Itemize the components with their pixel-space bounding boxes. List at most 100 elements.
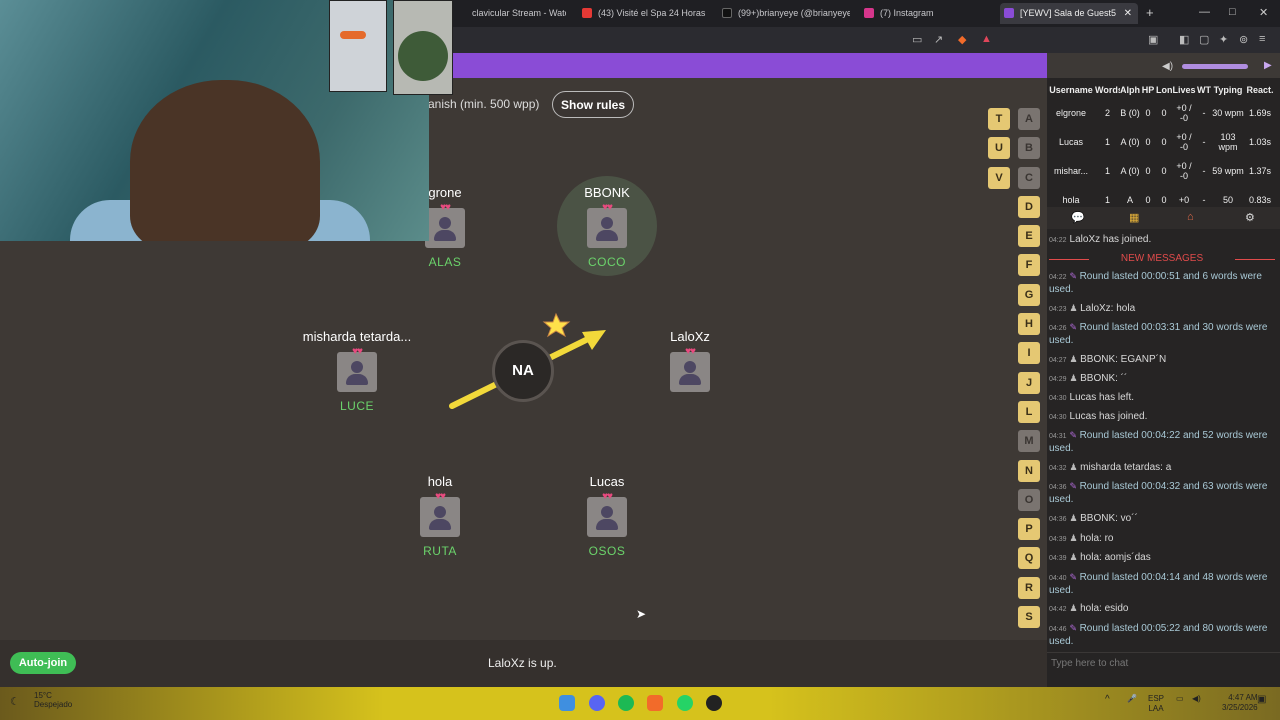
system-icon: ✎ [1069,622,1080,633]
bonus-letter: U [988,137,1010,160]
table-cell: A (0) [1120,165,1140,176]
hearts-icon: ♥♥ [602,202,613,213]
table-cell: A (0) [1120,136,1140,147]
chat-message: 04:30 Lucas has left. [1049,392,1275,405]
bonus-letters-right: ABCDEFGHIJLMNOPQRS [1018,108,1040,635]
auto-join-button[interactable]: Auto-join [10,652,76,674]
chat-text: BBONK: ´´ [1080,373,1128,385]
tab-icon[interactable]: ▢ [1199,33,1209,46]
bonus-letter: N [1018,459,1040,482]
chat-timestamp: 04:36 [1049,484,1067,492]
chat-timestamp: 04:23 [1049,305,1067,313]
brave-icon[interactable] [647,695,663,711]
show-rules-button[interactable]: Show rules [552,91,634,118]
column-header[interactable]: Words [1095,82,1120,98]
close-tab-icon[interactable]: ✕ [1124,3,1132,24]
obs-icon[interactable] [706,695,722,711]
player-name: BBONK [584,185,630,200]
player-name: misharda tetarda... [302,329,412,344]
table-cell: +0 / -0 [1176,160,1192,181]
column-header[interactable]: Alpha [1120,82,1140,98]
scoreboard-table: UsernameWordsAlphaHPLongLivesWTTypingRea… [1047,82,1276,214]
network-icon[interactable]: ▭ [1176,694,1184,703]
chat-input[interactable] [1047,652,1280,674]
chat-text: hola: esido [1080,603,1129,615]
leo-icon[interactable]: ✦ [1219,33,1228,46]
column-header[interactable]: Typing [1212,82,1244,98]
discord-icon[interactable] [589,695,605,711]
user-icon: ♟ [1069,373,1081,384]
speaker-icon[interactable]: ◀) [1192,694,1201,703]
language-indicator[interactable]: ESP LAA [1148,694,1164,714]
bonus-letter: G [1018,283,1040,306]
vpn-icon[interactable]: ⊚ [1239,33,1248,46]
weather-widget[interactable]: ☾ 15°C Despejado [10,691,72,709]
menu-icon[interactable]: ≡ [1259,33,1265,45]
column-header[interactable]: WT [1196,82,1212,98]
column-header[interactable]: Lives [1172,82,1196,98]
browser-tab[interactable]: (43) Visité el Spa 24 Horas má [578,3,708,24]
avatar [337,352,377,392]
share-icon[interactable]: ↗ [934,33,943,46]
new-tab-button[interactable]: + [1146,5,1154,20]
cast-icon[interactable]: ▭ [912,33,922,46]
collapse-sidebar-icon[interactable]: ▶ [1264,60,1272,71]
chat-timestamp: 04:26 [1049,325,1067,333]
mic-icon[interactable]: 🎤 [1127,694,1137,703]
close-window-button[interactable]: ✕ [1259,6,1268,19]
browser-tab-active[interactable]: [YEWV] Sala de Guest5 ✕ [1000,3,1138,24]
avatar [425,208,465,248]
browser-tab[interactable]: (7) Instagram [860,3,990,24]
wallet-icon[interactable]: ▣ [1148,33,1158,46]
room-tab-icon[interactable]: ⌂ [1187,211,1194,223]
chat-text: Lucas has left. [1069,391,1135,403]
chat-message: 04:30 Lucas has joined. [1049,411,1275,424]
system-clock[interactable]: 4:47 AM 3/25/2026 [1222,693,1258,713]
column-header[interactable]: React. [1244,82,1276,98]
table-cell: 1.37s [1248,165,1272,176]
hearts-icon: ♥♥ [602,491,613,502]
browser-tab[interactable]: (99+)brianyeye (@brianyeye) | [718,3,850,24]
chat-timestamp: 04:32 [1049,464,1067,472]
rules-tab-icon[interactable]: ▦ [1129,211,1139,224]
maximize-button[interactable]: □ [1229,6,1236,18]
bonus-letter: T [988,108,1010,130]
table-cell: 1 [1104,136,1110,147]
brave-shield-icon[interactable]: ◆ [958,33,966,46]
chat-text: Round lasted 00:04:14 and 48 words were … [1049,571,1268,596]
spotify-icon[interactable] [618,695,634,711]
player-name: Lucas [589,474,625,489]
avatar [670,352,710,392]
volume-slider[interactable] [1182,64,1248,69]
notification-icon[interactable]: ▣ [1257,694,1266,705]
new-messages-divider: NEW MESSAGES [1049,253,1275,264]
player-name: LaloXz [670,329,710,344]
table-row: Lucas 1 A (0) 0 0 +0 / -0- 103 wpm 1.03s [1047,127,1276,156]
bonus-letters-left: TUV [988,108,1010,196]
chat-timestamp: 04:22 [1049,237,1067,244]
column-header[interactable]: Long [1156,82,1172,98]
user-icon: ♟ [1069,512,1081,523]
sidebar-icon[interactable]: ◧ [1179,33,1189,46]
user-icon: ♟ [1069,603,1081,614]
chat-timestamp: 04:39 [1049,555,1067,563]
rewards-icon[interactable]: ▲ [981,33,992,45]
user-icon: ♟ [1069,461,1081,472]
browser-tab[interactable]: clavicular Stream - Watch Live [452,3,566,24]
moon-icon: ☾ [10,696,20,708]
user-icon: ♟ [1069,552,1081,563]
column-header[interactable]: HP [1140,82,1156,98]
minimize-button[interactable]: — [1199,6,1210,18]
windows-start-icon[interactable] [559,695,575,711]
column-header[interactable]: Username [1047,82,1095,98]
table-cell: 30 wpm [1212,107,1244,118]
volume-icon[interactable]: ◀) [1162,61,1173,72]
player-word: RUTA [423,544,457,558]
whatsapp-icon[interactable] [677,695,693,711]
avatar [420,497,460,537]
tray-chevron-icon[interactable]: ^ [1105,694,1110,705]
system-icon: ✎ [1069,271,1080,281]
chat-tab-icon[interactable]: 💬 [1071,211,1085,224]
settings-tab-icon[interactable]: ⚙ [1245,211,1255,224]
chat-text: BBONK: vo´´ [1080,512,1138,524]
